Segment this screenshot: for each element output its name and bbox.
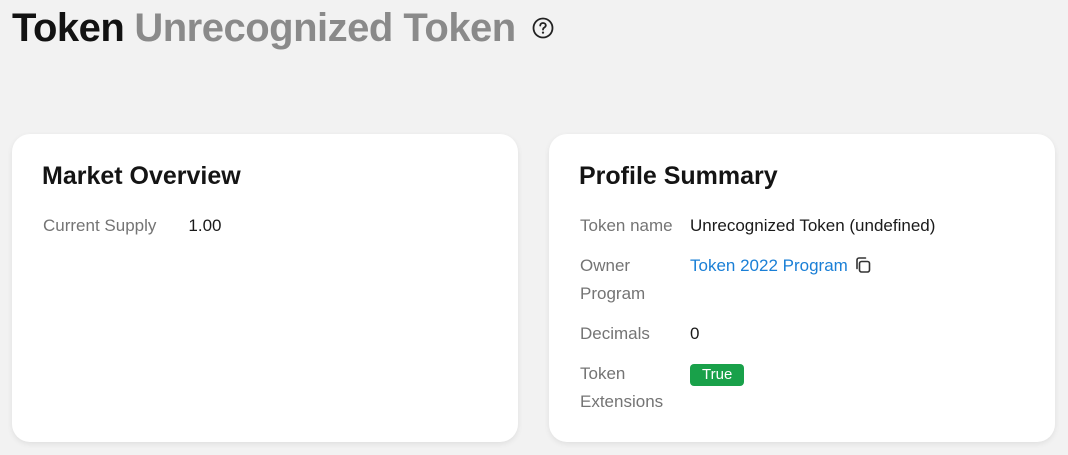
- question-circle-icon[interactable]: [532, 17, 554, 39]
- owner-program-value-cell: Token 2022 Program: [690, 252, 935, 308]
- copy-icon[interactable]: [854, 255, 872, 283]
- profile-summary-card: Profile Summary Token name Unrecognized …: [549, 134, 1055, 442]
- token-name-label: Token name: [580, 216, 673, 235]
- decimals-value: 0: [690, 324, 700, 343]
- token-extensions-badge: True: [690, 364, 745, 386]
- current-supply-value: 1.00: [188, 216, 222, 235]
- owner-program-label: Owner Program: [580, 256, 646, 303]
- current-supply-label: Current Supply: [43, 216, 157, 235]
- market-overview-title: Market Overview: [42, 162, 241, 190]
- market-overview-table: Current Supply 1.00: [43, 212, 221, 240]
- profile-summary-table: Token name Unrecognized Token (undefined…: [580, 212, 935, 416]
- token-extensions-label: Token Extensions: [580, 364, 664, 411]
- page-subtitle: Unrecognized Token: [134, 5, 516, 50]
- decimals-label: Decimals: [580, 324, 650, 343]
- owner-program-link[interactable]: Token 2022 Program: [690, 256, 848, 275]
- token-name-value: Unrecognized Token (undefined): [690, 216, 936, 235]
- page-header: Token Unrecognized Token: [12, 2, 554, 54]
- page-title: Token: [12, 5, 125, 50]
- profile-summary-title: Profile Summary: [579, 162, 778, 190]
- market-overview-card: Market Overview Current Supply 1.00: [12, 134, 518, 442]
- token-extensions-value-cell: True: [690, 360, 935, 416]
